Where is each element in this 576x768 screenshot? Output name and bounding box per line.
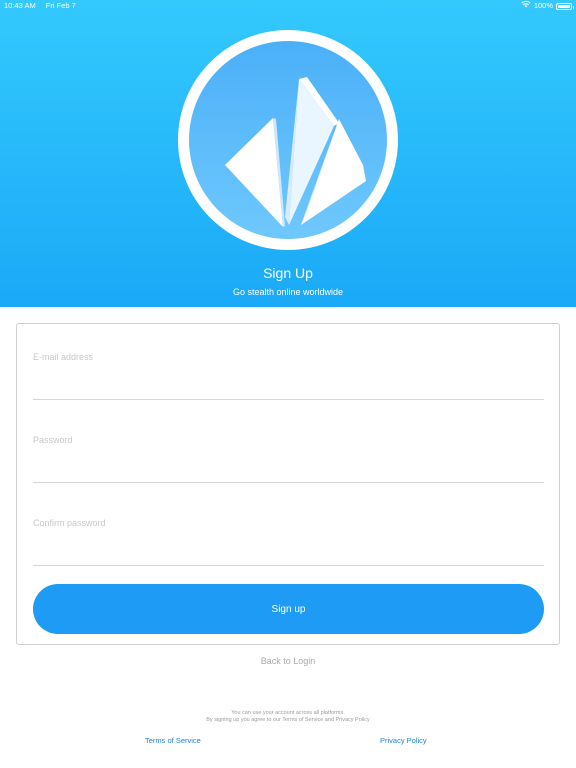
email-field[interactable]: E-mail address bbox=[33, 352, 544, 400]
battery-icon bbox=[556, 2, 574, 10]
confirm-password-field[interactable]: Confirm password bbox=[33, 518, 544, 566]
sign-up-button[interactable]: Sign up bbox=[33, 584, 544, 634]
page-subtitle: Go stealth online worldwide bbox=[232, 287, 344, 297]
email-placeholder: E-mail address bbox=[33, 352, 94, 362]
logo-ring bbox=[178, 30, 398, 250]
app-logo-icon bbox=[189, 41, 387, 239]
confirm-password-input[interactable] bbox=[33, 534, 544, 562]
signup-form: E-mail address Password Confirm password… bbox=[16, 323, 560, 645]
password-placeholder: Password bbox=[33, 435, 73, 445]
status-right: 100% bbox=[521, 0, 574, 12]
status-left: 10:43 AM Fri Feb 7 bbox=[4, 0, 76, 12]
footer-note-line-1: You can use your account across all plat… bbox=[231, 710, 345, 716]
page-title: Sign Up bbox=[263, 265, 313, 281]
battery-percent: 100% bbox=[533, 1, 553, 10]
status-date: Fri Feb 7 bbox=[45, 1, 76, 10]
status-time: 10:43 AM bbox=[4, 1, 36, 10]
back-to-login-link[interactable]: Back to Login bbox=[0, 656, 576, 666]
header-banner: 10:43 AM Fri Feb 7 100% Sign Up Go steal… bbox=[0, 0, 576, 307]
wifi-icon bbox=[521, 0, 531, 12]
confirm-password-placeholder: Confirm password bbox=[33, 518, 106, 528]
password-input[interactable] bbox=[33, 451, 544, 479]
battery-fill bbox=[558, 4, 570, 8]
email-input[interactable] bbox=[33, 368, 544, 396]
privacy-policy-link[interactable]: Privacy Policy bbox=[380, 736, 427, 745]
status-bar: 10:43 AM Fri Feb 7 100% bbox=[0, 0, 576, 12]
password-field[interactable]: Password bbox=[33, 435, 544, 483]
footer-note: You can use your account across all plat… bbox=[0, 710, 576, 724]
footer-note-line-2: By signing up you agree to our Terms of … bbox=[206, 717, 370, 723]
terms-of-service-link[interactable]: Terms of Service bbox=[145, 736, 201, 745]
